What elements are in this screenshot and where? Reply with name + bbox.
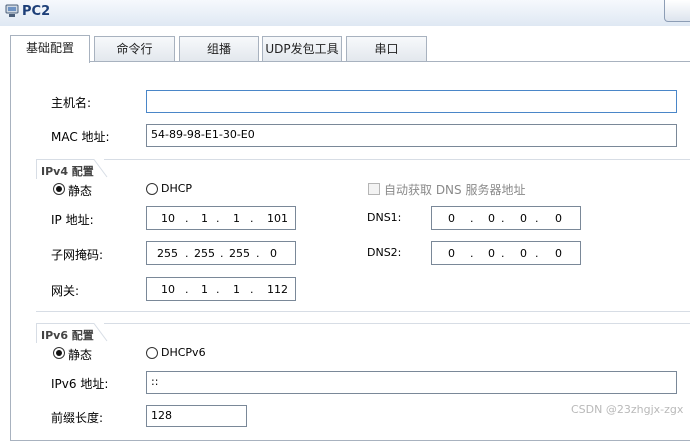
window-control-button[interactable] (664, 0, 690, 22)
ipv4-section-title: IPv4 配置 (41, 165, 94, 178)
ip-octet-3: 1 (233, 212, 240, 225)
gw-octet-3: 1 (233, 283, 240, 296)
ip-octet-1: 10 (161, 212, 175, 225)
dns1-label: DNS1: (367, 211, 402, 224)
ip-octet-2: 1 (201, 212, 208, 225)
hostname-label: 主机名: (51, 96, 92, 110)
ipv6-section-title: IPv6 配置 (41, 329, 94, 342)
hostname-input[interactable] (146, 90, 677, 113)
ip-address-label: IP 地址: (51, 213, 94, 227)
dns2-label: DNS2: (367, 246, 402, 259)
ipv6-static-radio[interactable] (53, 347, 65, 359)
dns2-input[interactable]: 0 . 0 . 0 . 0 (431, 241, 581, 265)
gw-octet-1: 10 (161, 283, 175, 296)
gateway-label: 网关: (51, 284, 80, 298)
ipv4-static-label: 静态 (68, 184, 93, 198)
pc-icon (5, 4, 19, 17)
mask-octet-1: 255 (157, 247, 178, 260)
dns1-octet-4: 0 (555, 212, 562, 225)
ip-address-input[interactable]: 10 . 1 . 1 . 101 (146, 206, 296, 230)
tab-multicast[interactable]: 组播 (179, 36, 259, 62)
dns2-octet-2: 0 (488, 247, 495, 260)
ipv4-static-radio[interactable] (53, 183, 65, 195)
tab-basic-config[interactable]: 基础配置 (10, 35, 90, 63)
ipv4-group-bottom (36, 311, 690, 312)
mask-octet-2: 255 (194, 247, 215, 260)
subnet-mask-input[interactable]: 255 . 255 . 255 . 0 (146, 241, 296, 265)
dns1-octet-2: 0 (488, 212, 495, 225)
gw-octet-4: 112 (267, 283, 288, 296)
ipv4-dhcp-label: DHCP (161, 182, 193, 195)
ipv6-address-label: IPv6 地址: (51, 377, 109, 391)
mac-label: MAC 地址: (51, 130, 110, 144)
ipv4-dhcp-radio[interactable] (146, 183, 158, 195)
tab-bar: 基础配置 命令行 组播 UDP发包工具 串口 (0, 34, 690, 63)
tab-command-line[interactable]: 命令行 (94, 36, 175, 62)
prefix-length-input[interactable]: 128 (146, 405, 247, 427)
title-bar: PC2 (0, 0, 690, 26)
ipv6-address-input[interactable]: :: (146, 371, 677, 394)
auto-dns-checkbox[interactable] (368, 183, 380, 195)
gateway-input[interactable]: 10 . 1 . 1 . 112 (146, 277, 296, 301)
ipv4-group-line (104, 159, 690, 160)
ipv6-static-label: 静态 (68, 348, 93, 362)
dns2-octet-1: 0 (448, 247, 455, 260)
auto-dns-label: 自动获取 DNS 服务器地址 (384, 183, 526, 197)
mask-octet-4: 0 (270, 247, 277, 260)
mask-octet-3: 255 (229, 247, 250, 260)
ipv6-dhcp-radio[interactable] (146, 347, 158, 359)
tab-udp-tool[interactable]: UDP发包工具 (262, 36, 342, 62)
dns1-octet-1: 0 (448, 212, 455, 225)
tab-serial-port[interactable]: 串口 (346, 36, 427, 62)
dns1-octet-3: 0 (520, 212, 527, 225)
window-title: PC2 (22, 4, 51, 19)
dns1-input[interactable]: 0 . 0 . 0 . 0 (431, 206, 581, 230)
mac-address-field: 54-89-98-E1-30-E0 (146, 124, 677, 147)
dns2-octet-3: 0 (520, 247, 527, 260)
subnet-mask-label: 子网掩码: (51, 248, 104, 262)
watermark: CSDN @23zhgjx-zgx (571, 403, 684, 416)
gw-octet-2: 1 (201, 283, 208, 296)
dns2-octet-4: 0 (555, 247, 562, 260)
ipv6-dhcp-label: DHCPv6 (161, 346, 206, 359)
prefix-length-label: 前缀长度: (51, 411, 104, 425)
ip-octet-4: 101 (267, 212, 288, 225)
ipv6-group-line (104, 323, 690, 324)
